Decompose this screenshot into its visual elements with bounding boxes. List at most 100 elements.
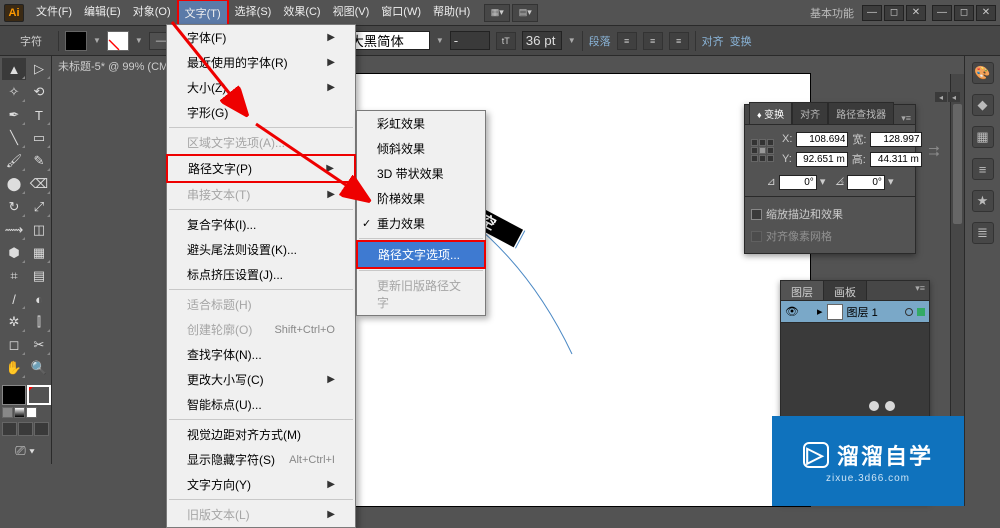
scale-stroke-checkbox[interactable] bbox=[751, 209, 762, 220]
tool-direct-selection[interactable]: ▷ bbox=[27, 58, 51, 80]
visibility-icon[interactable]: 👁 bbox=[785, 305, 799, 318]
none-mode-icon[interactable] bbox=[26, 407, 37, 418]
text-path[interactable] bbox=[474, 224, 572, 354]
menu-item[interactable]: 复合字体(I)... bbox=[167, 212, 355, 237]
layout-icon[interactable]: ▦▾ bbox=[484, 4, 510, 22]
font-dropdown-icon[interactable]: ▼ bbox=[436, 36, 444, 45]
menu-item[interactable]: 路径文字(P)▶ bbox=[166, 154, 356, 183]
tool-zoom[interactable]: 🔍 bbox=[27, 357, 51, 379]
align-center-icon[interactable]: ≡ bbox=[643, 32, 663, 50]
swatches-icon[interactable]: ▦ bbox=[972, 126, 994, 148]
tool-pen[interactable]: ✒ bbox=[2, 104, 26, 126]
menu-item[interactable]: 标点挤压设置(J)... bbox=[167, 262, 355, 287]
font-style-input[interactable] bbox=[450, 31, 490, 50]
menu-view[interactable]: 视图(V) bbox=[327, 0, 376, 27]
transform-panel-link[interactable]: 变换 bbox=[730, 33, 752, 49]
font-size-input[interactable] bbox=[522, 31, 562, 50]
menu-window[interactable]: 窗口(W) bbox=[375, 0, 427, 27]
stroke-dropdown-icon[interactable]: ▼ bbox=[135, 36, 143, 45]
tool-slice[interactable]: ✂ bbox=[27, 334, 51, 356]
tool-mesh[interactable]: ⌗ bbox=[2, 265, 26, 287]
gradient-mode-icon[interactable] bbox=[14, 407, 25, 418]
stroke-color[interactable] bbox=[27, 385, 51, 405]
menu-item[interactable]: 大小(Z)▶ bbox=[167, 75, 355, 100]
tool-rectangle[interactable]: ▭ bbox=[27, 127, 51, 149]
paragraph-panel-link[interactable]: 段落 bbox=[589, 33, 611, 49]
tab-transform[interactable]: ♦ 变换 bbox=[749, 102, 792, 124]
color-mode-icon[interactable] bbox=[2, 407, 13, 418]
tool-magic-wand[interactable]: ✧ bbox=[2, 81, 26, 103]
tool-graph[interactable]: ⫿ bbox=[27, 311, 51, 333]
tool-free-transform[interactable]: ◫ bbox=[27, 219, 51, 241]
shear-input[interactable] bbox=[847, 175, 885, 190]
screen-mode-button[interactable]: ⎚ ▾ bbox=[2, 440, 48, 462]
tool-width[interactable]: ⟿ bbox=[2, 219, 26, 241]
align-right-icon[interactable]: ≡ bbox=[669, 32, 689, 50]
tool-hand[interactable]: ✋ bbox=[2, 357, 26, 379]
w-input[interactable] bbox=[870, 132, 922, 147]
fill-color[interactable] bbox=[2, 385, 26, 405]
tab-align[interactable]: 对齐 bbox=[792, 102, 828, 124]
reference-point[interactable] bbox=[751, 139, 774, 163]
tool-eraser[interactable]: ⌫ bbox=[27, 173, 51, 195]
menu-item[interactable]: 字形(G) bbox=[167, 100, 355, 125]
tool-artboard[interactable]: ◻ bbox=[2, 334, 26, 356]
menu-file[interactable]: 文件(F) bbox=[30, 0, 78, 27]
tab-pathfinder[interactable]: 路径查找器 bbox=[828, 102, 894, 124]
tool-blob[interactable]: ⬤ bbox=[2, 173, 26, 195]
menu-item[interactable]: 文字方向(Y)▶ bbox=[167, 472, 355, 497]
draw-normal-icon[interactable] bbox=[2, 422, 17, 436]
menu-type[interactable]: 文字(T) bbox=[177, 0, 229, 27]
maximize-button[interactable]: ◻ bbox=[954, 5, 974, 21]
submenu-item[interactable]: 彩虹效果 bbox=[357, 111, 485, 136]
draw-inside-icon[interactable] bbox=[34, 422, 49, 436]
minimize-button[interactable]: — bbox=[932, 5, 952, 21]
align-left-icon[interactable]: ≡ bbox=[617, 32, 637, 50]
tool-perspective[interactable]: ▦ bbox=[27, 242, 51, 264]
stroke-panel-icon[interactable]: ≣ bbox=[972, 222, 994, 244]
draw-behind-icon[interactable] bbox=[18, 422, 33, 436]
inner-minimize-button[interactable]: — bbox=[862, 5, 882, 21]
tab-layers[interactable]: 图层 bbox=[781, 281, 824, 300]
layers-menu-icon[interactable]: ▾≡ bbox=[911, 281, 929, 300]
menu-item[interactable]: 查找字体(N)... bbox=[167, 342, 355, 367]
tool-symbol-sprayer[interactable]: ✲ bbox=[2, 311, 26, 333]
submenu-item[interactable]: 阶梯效果 bbox=[357, 186, 485, 211]
tool-selection[interactable]: ▲ bbox=[2, 58, 26, 80]
x-input[interactable] bbox=[796, 132, 848, 147]
tool-type[interactable]: T bbox=[27, 104, 51, 126]
tool-rotate[interactable]: ↻ bbox=[2, 196, 26, 218]
layer-row[interactable]: 👁 ▸ 图层 1 bbox=[781, 301, 929, 323]
menu-item[interactable]: 字体(F)▶ bbox=[167, 25, 355, 50]
panel-collapse[interactable]: ◂◂ bbox=[935, 92, 960, 102]
workspace-label[interactable]: 基本功能 bbox=[810, 5, 862, 21]
tool-lasso[interactable]: ⟲ bbox=[27, 81, 51, 103]
brushes-icon[interactable]: ≡ bbox=[972, 158, 994, 180]
rotate-input[interactable] bbox=[779, 175, 817, 190]
submenu-item[interactable]: 倾斜效果 bbox=[357, 136, 485, 161]
tool-paintbrush[interactable]: 🖌 bbox=[2, 150, 26, 172]
tool-eyedropper[interactable]: / bbox=[2, 288, 26, 310]
menu-item[interactable]: 更改大小写(C)▶ bbox=[167, 367, 355, 392]
color-panel-icon[interactable]: 🎨 bbox=[972, 62, 994, 84]
y-input[interactable] bbox=[796, 152, 848, 167]
inner-close-button[interactable]: ✕ bbox=[906, 5, 926, 21]
scrollbar-thumb[interactable] bbox=[953, 104, 962, 224]
tool-gradient[interactable]: ▤ bbox=[27, 265, 51, 287]
h-input[interactable] bbox=[870, 152, 922, 167]
menu-item[interactable]: 最近使用的字体(R)▶ bbox=[167, 50, 355, 75]
close-button[interactable]: ✕ bbox=[976, 5, 996, 21]
menu-item[interactable]: 智能标点(U)... bbox=[167, 392, 355, 417]
menu-item[interactable]: 避头尾法则设置(K)... bbox=[167, 237, 355, 262]
fill-dropdown-icon[interactable]: ▼ bbox=[93, 36, 101, 45]
submenu-item[interactable]: 重力效果 bbox=[357, 211, 485, 236]
font-size-dropdown-icon[interactable]: ▼ bbox=[568, 36, 576, 45]
panel-menu-icon[interactable]: ▾≡ bbox=[897, 113, 915, 124]
menu-help[interactable]: 帮助(H) bbox=[427, 0, 476, 27]
tool-blend[interactable]: ◐ bbox=[27, 288, 51, 310]
menu-item[interactable]: 显示隐藏字符(S)Alt+Ctrl+I bbox=[167, 447, 355, 472]
menu-select[interactable]: 选择(S) bbox=[229, 0, 278, 27]
tab-artboards[interactable]: 画板 bbox=[824, 281, 867, 300]
tool-shape-builder[interactable]: ⬢ bbox=[2, 242, 26, 264]
tool-line[interactable]: ╲ bbox=[2, 127, 26, 149]
